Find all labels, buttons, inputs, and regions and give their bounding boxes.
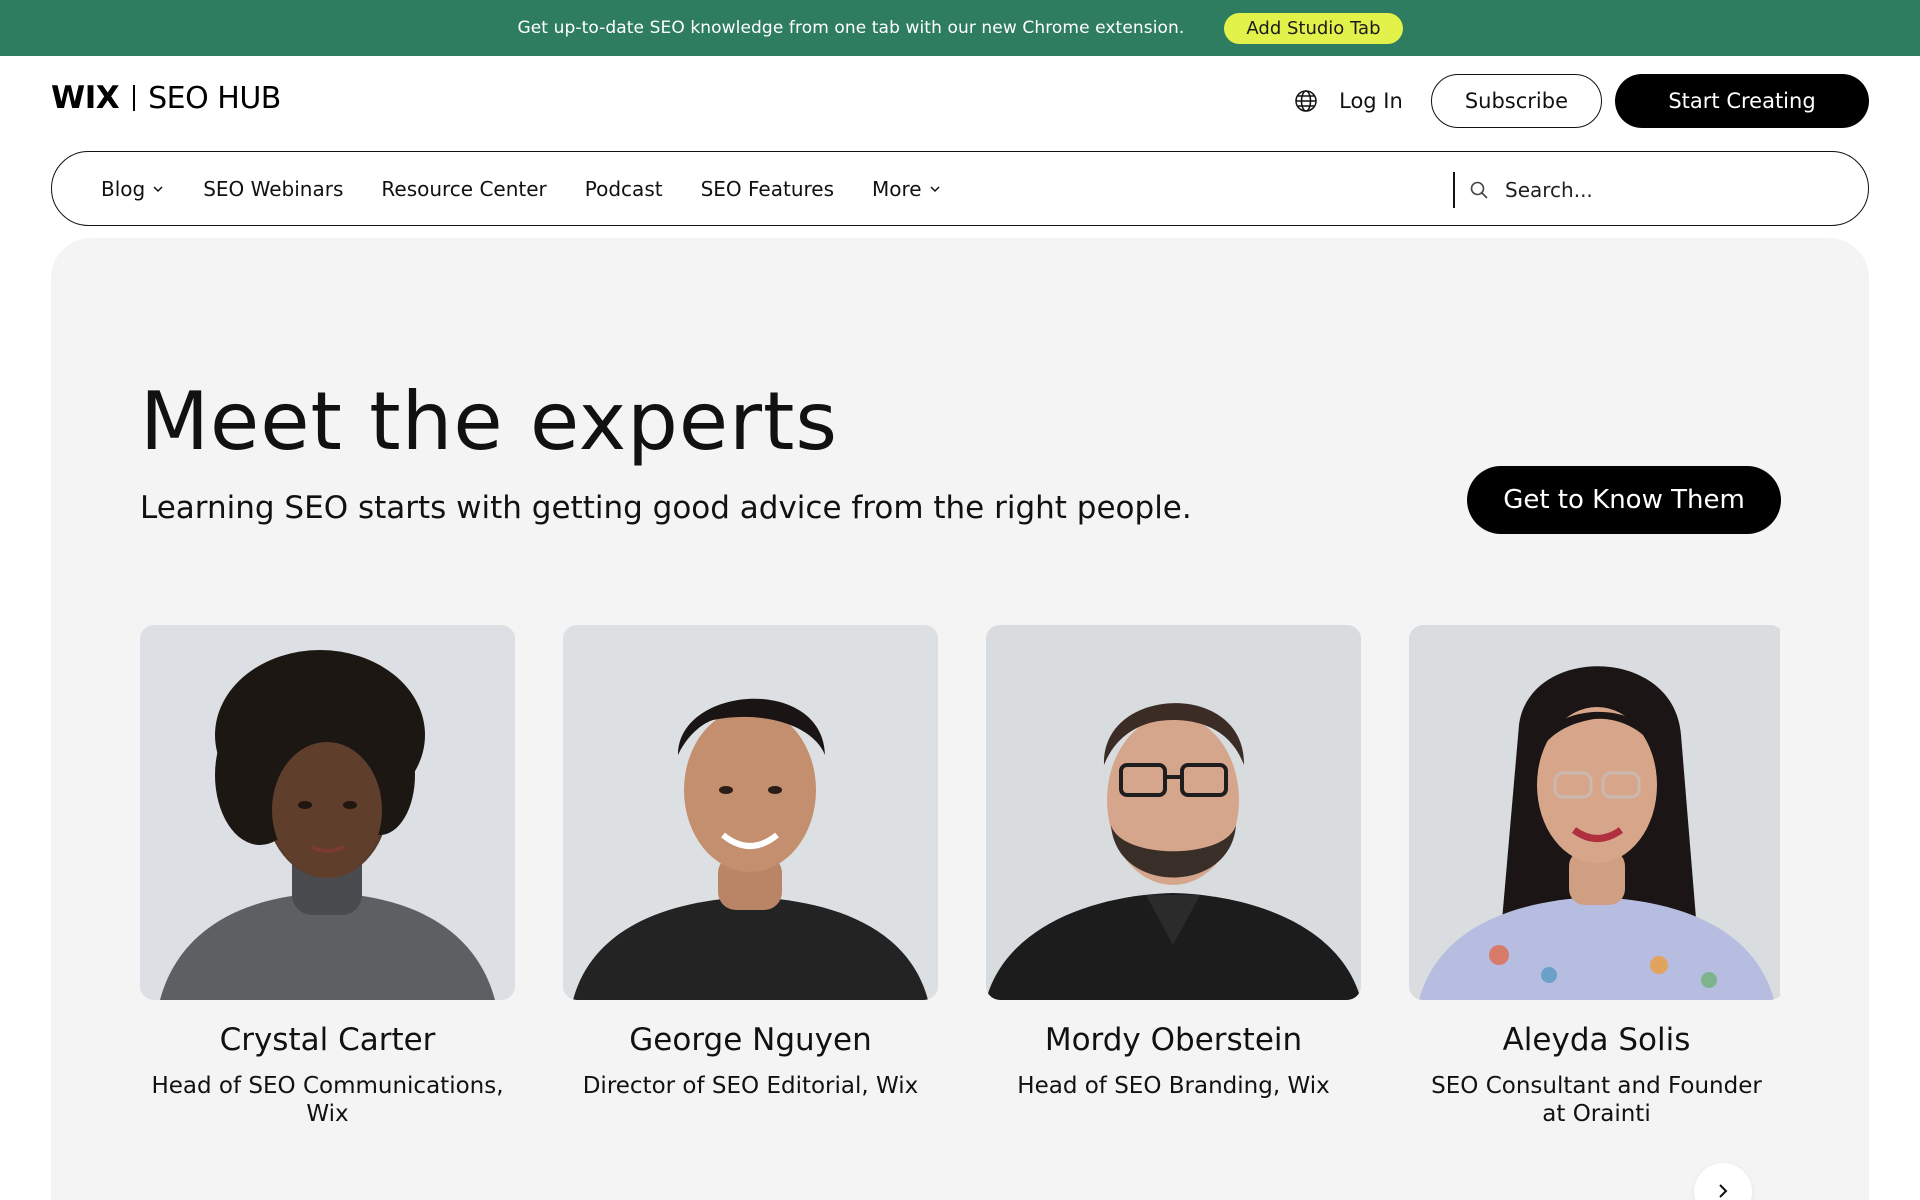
chevron-right-icon [1714,1182,1732,1200]
nav-items: Blog SEO Webinars Resource Center Podcas… [101,152,980,225]
expert-card[interactable]: Mordy Oberstein Head of SEO Branding, Wi… [986,625,1361,1100]
experts-carousel: Crystal Carter Head of SEO Communication… [140,625,1780,1145]
logo-brand: WIX [51,80,120,116]
nav-item-more[interactable]: More [872,177,942,201]
expert-role: Director of SEO Editorial, Wix [582,1073,919,1099]
expert-name: George Nguyen [629,1022,872,1058]
expert-card[interactable]: Aleyda Solis SEO Consultant and Founder … [1409,625,1780,1128]
nav-item-label: SEO Webinars [203,176,344,201]
section-subtitle: Learning SEO starts with getting good ad… [140,490,1192,526]
nav-item-label: Resource Center [381,176,547,201]
nav-item-seo-webinars[interactable]: SEO Webinars [203,177,343,201]
chevron-down-icon [151,182,165,196]
nav-item-label: More [872,176,922,201]
logo-product: SEO HUB [148,80,281,116]
search-input[interactable] [1505,178,1765,202]
get-to-know-them-button[interactable]: Get to Know Them [1467,466,1781,534]
expert-photo [986,625,1361,1000]
expert-photo [140,625,515,1000]
expert-name: Crystal Carter [219,1022,436,1058]
nav-item-resource-center[interactable]: Resource Center [381,177,546,201]
start-creating-button[interactable]: Start Creating [1615,74,1869,128]
logo-divider [133,85,136,111]
expert-photo [1409,625,1780,1000]
experts-section: Meet the experts Learning SEO starts wit… [51,238,1869,1200]
expert-name: Aleyda Solis [1502,1022,1691,1058]
nav-item-seo-features[interactable]: SEO Features [701,177,834,201]
banner-text: Get up-to-date SEO knowledge from one ta… [517,18,1185,38]
globe-icon[interactable] [1293,88,1319,114]
expert-role: SEO Consultant and Founder at Orainti [1431,1073,1762,1127]
login-link[interactable]: Log In [1339,89,1403,113]
main-nav: Blog SEO Webinars Resource Center Podcas… [51,151,1869,226]
header-actions: Log In Subscribe Start Creating [1293,74,1869,128]
nav-item-podcast[interactable]: Podcast [585,177,663,201]
announcement-banner: Get up-to-date SEO knowledge from one ta… [0,0,1920,56]
section-title: Meet the experts [140,375,839,468]
nav-item-blog[interactable]: Blog [101,177,165,201]
chevron-down-icon [928,182,942,196]
logo[interactable]: WIX SEO HUB [51,80,281,116]
nav-item-label: Blog [101,176,146,201]
subscribe-button[interactable]: Subscribe [1430,74,1602,128]
carousel-next-button[interactable] [1694,1163,1752,1200]
search-divider [1453,172,1455,208]
expert-photo [563,625,938,1000]
search-icon[interactable] [1469,179,1491,201]
expert-card[interactable]: George Nguyen Director of SEO Editorial,… [563,625,938,1100]
expert-role: Head of SEO Branding, Wix [1017,1073,1330,1099]
site-header: WIX SEO HUB Log In Subscribe Start Creat… [0,56,1920,148]
expert-card[interactable]: Crystal Carter Head of SEO Communication… [140,625,515,1128]
search-bar [1453,172,1793,208]
nav-item-label: Podcast [584,176,663,201]
expert-name: Mordy Oberstein [1044,1022,1303,1058]
add-studio-tab-button[interactable]: Add Studio Tab [1224,12,1403,44]
expert-role: Head of SEO Communications, Wix [151,1073,504,1127]
nav-item-label: SEO Features [700,176,835,201]
